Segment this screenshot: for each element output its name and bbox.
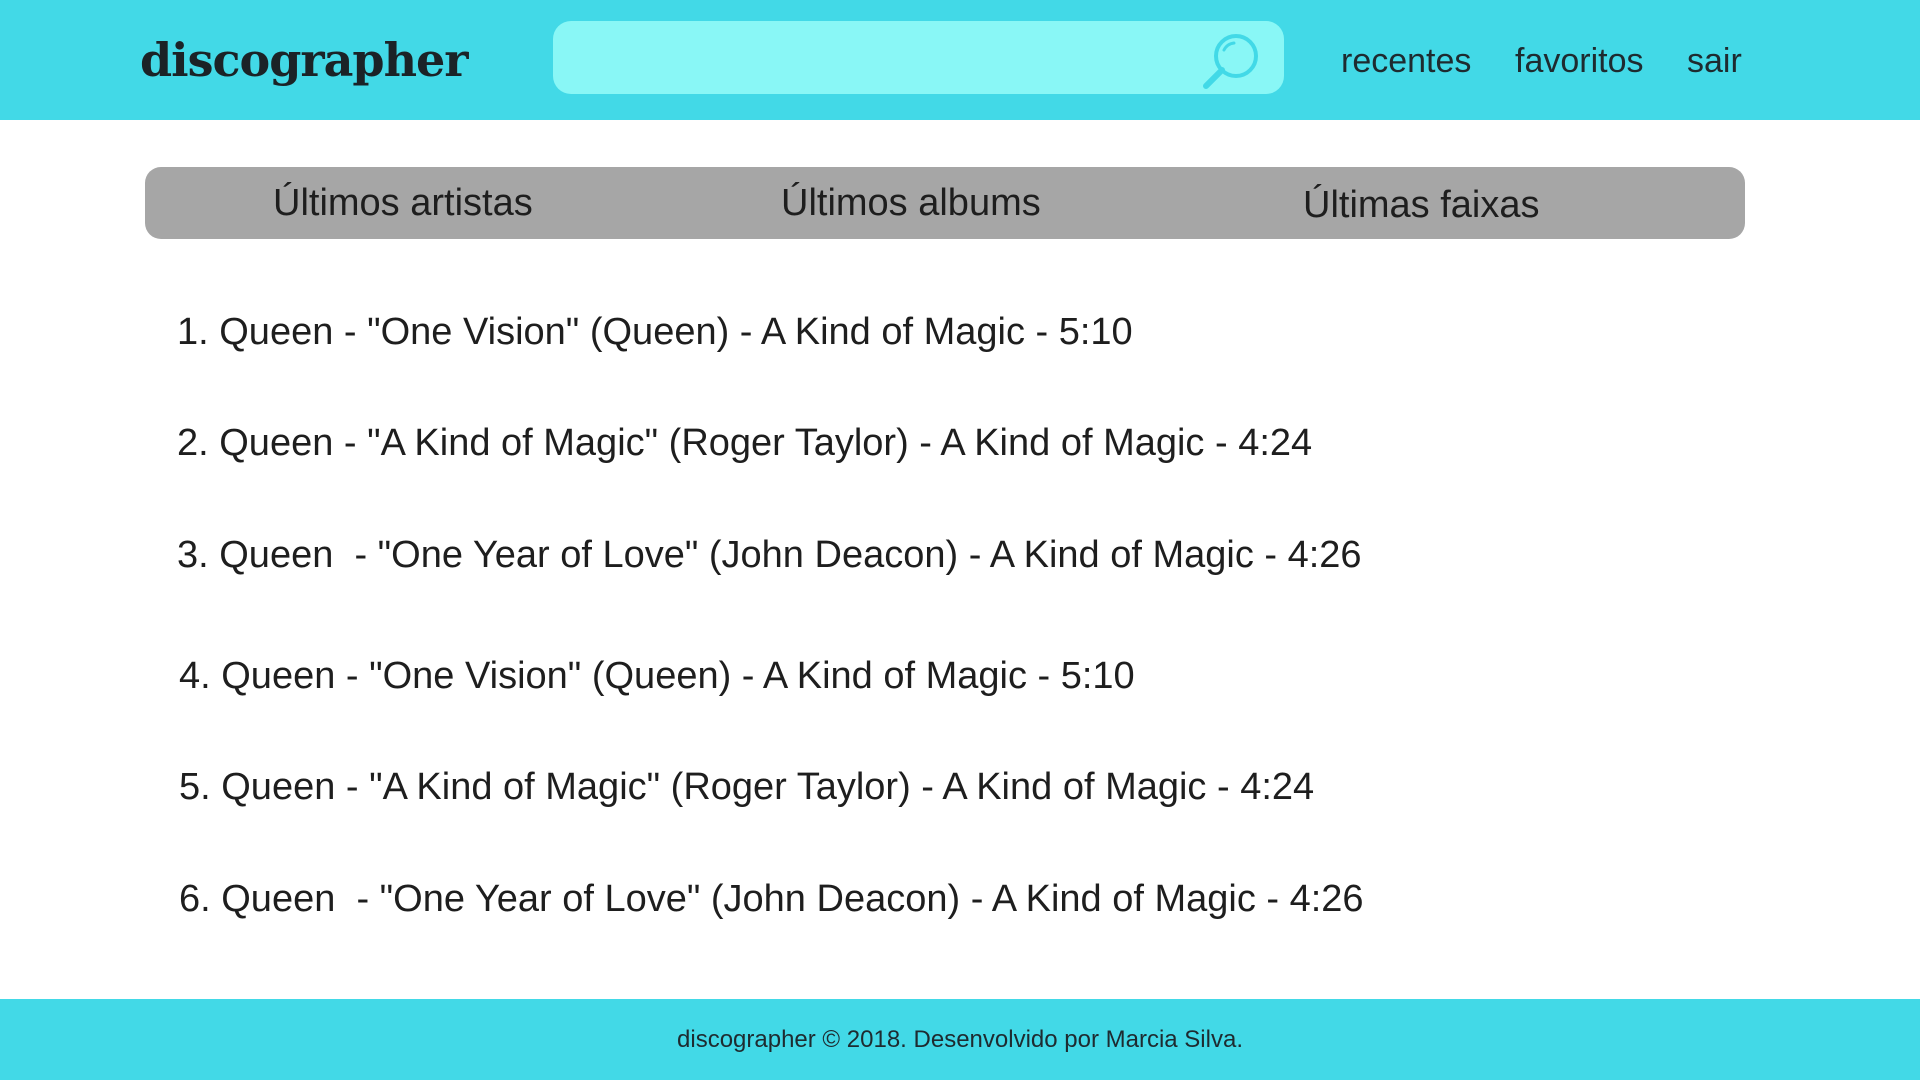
nav-sair[interactable]: sair [1687,36,1742,86]
track-item[interactable]: 3. Queen - "One Year of Love" (John Deac… [177,530,1362,580]
track-item[interactable]: 5. Queen - "A Kind of Magic" (Roger Tayl… [179,762,1314,812]
track-item[interactable]: 6. Queen - "One Year of Love" (John Deac… [179,874,1364,924]
search-bar[interactable] [553,21,1284,96]
search-icon[interactable] [1198,30,1262,94]
tab-ultimas-faixas[interactable]: Últimas faixas [1303,169,1540,241]
tab-ultimos-artistas[interactable]: Últimos artistas [273,167,533,239]
nav-favoritos[interactable]: favoritos [1515,36,1644,86]
track-item[interactable]: 2. Queen - "A Kind of Magic" (Roger Tayl… [177,418,1312,468]
footer: discographer © 2018. Desenvolvido por Ma… [0,999,1920,1080]
track-item[interactable]: 4. Queen - "One Vision" (Queen) - A Kind… [179,651,1135,701]
nav-recentes[interactable]: recentes [1341,36,1471,86]
footer-text: discographer © 2018. Desenvolvido por Ma… [677,1026,1243,1053]
logo[interactable]: discographer [140,28,469,92]
track-item[interactable]: 1. Queen - "One Vision" (Queen) - A Kind… [177,307,1133,357]
search-input[interactable] [577,21,1181,96]
header: discographer recentes favoritos sair [0,0,1920,120]
tab-ultimos-albums[interactable]: Últimos albums [781,167,1041,239]
tabs-bar: Últimos artistas Últimos albums Últimas … [145,167,1745,239]
